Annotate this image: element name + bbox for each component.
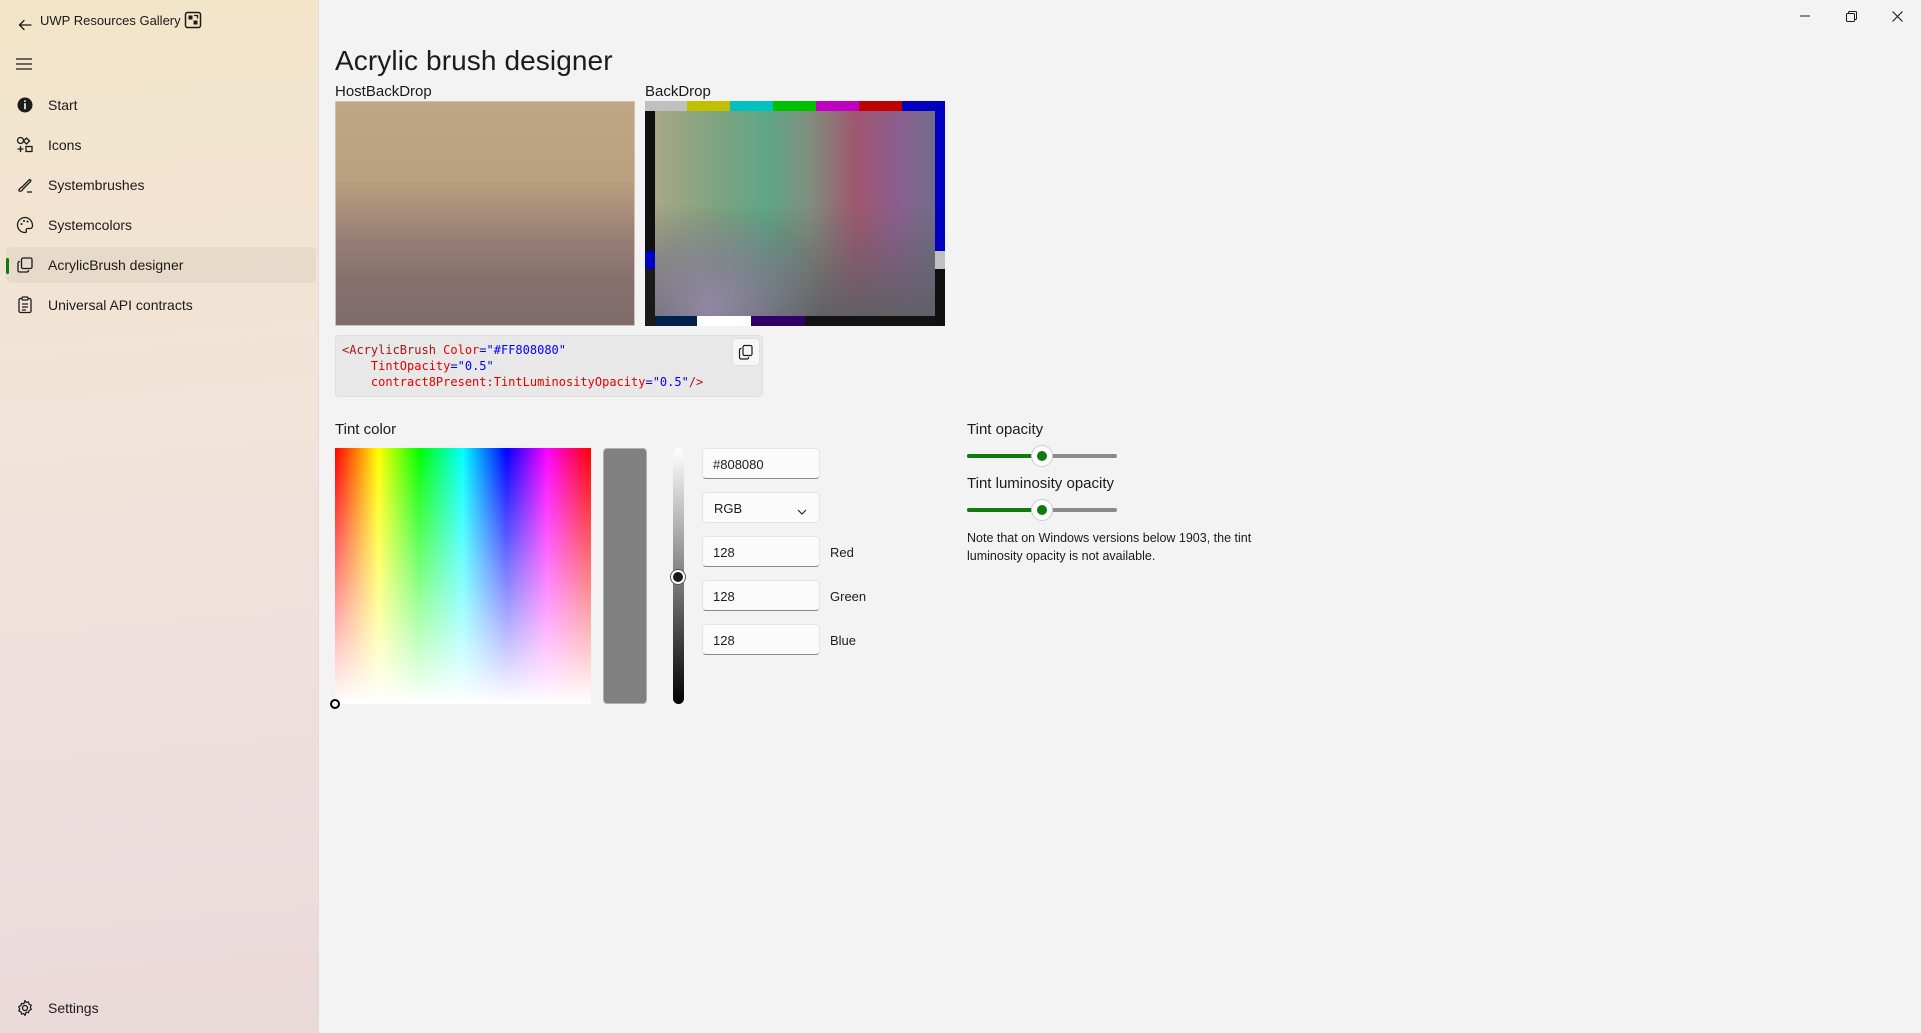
restore-button[interactable] xyxy=(1828,0,1874,32)
backdrop-color-bar xyxy=(645,251,655,269)
info-icon xyxy=(16,96,34,114)
gear-icon xyxy=(16,999,34,1017)
color-mode-value: RGB xyxy=(714,501,743,516)
chevron-down-icon xyxy=(797,503,807,518)
code-token: contract8Present:TintLuminosityOpacity xyxy=(370,375,646,389)
acrylic-icon xyxy=(16,256,34,274)
code-token: /> xyxy=(688,375,704,389)
backdrop-color-bar xyxy=(697,316,751,326)
code-token: = xyxy=(479,343,487,357)
tint-opacity-thumb[interactable] xyxy=(1032,446,1052,466)
backdrop-color-bar xyxy=(902,101,945,111)
code-token: "0.5" xyxy=(652,375,689,389)
restore-icon xyxy=(1845,10,1857,22)
brush-icon xyxy=(16,176,34,194)
host-backdrop-preview xyxy=(335,101,635,326)
backdrop-preview xyxy=(645,101,945,326)
palette-icon xyxy=(16,216,34,234)
copy-button[interactable] xyxy=(732,338,760,366)
sidebar-item-label: Systembrushes xyxy=(48,177,145,193)
selection-indicator xyxy=(6,258,9,274)
backdrop-color-bar xyxy=(935,111,945,251)
page-title: Acrylic brush designer xyxy=(335,45,613,76)
code-token: <AcrylicBrush xyxy=(342,343,444,357)
xaml-code-block: <AcrylicBrush Color="#FF808080" TintOpac… xyxy=(335,335,763,397)
app-title: UWP Resources Gallery xyxy=(40,13,181,28)
hamburger-icon xyxy=(16,58,32,70)
tint-luminosity-fill xyxy=(967,508,1042,512)
sidebar-item-systemcolors[interactable]: Systemcolors xyxy=(6,207,316,243)
sidebar-item-acrylicbrush-designer[interactable]: AcrylicBrush designer xyxy=(6,247,316,283)
backdrop-color-bar xyxy=(859,101,902,111)
code-line-2: TintOpacity="0.5" xyxy=(342,358,756,374)
spectrum-selection-handle[interactable] xyxy=(330,699,340,709)
backdrop-color-bar xyxy=(773,101,816,111)
backdrop-color-bar xyxy=(645,269,655,326)
green-input[interactable]: 128 xyxy=(702,580,820,611)
backdrop-color-bar xyxy=(645,101,687,111)
red-label: Red xyxy=(830,545,854,560)
sidebar-item-label: Start xyxy=(48,97,78,113)
sidebar-item-label: Universal API contracts xyxy=(48,297,193,313)
backdrop-color-bar xyxy=(816,101,859,111)
code-token: Color xyxy=(443,343,480,357)
hex-input[interactable]: #808080 xyxy=(702,448,820,479)
sidebar-item-systembrushes[interactable]: Systembrushes xyxy=(6,167,316,203)
host-backdrop-label: HostBackDrop xyxy=(335,83,432,100)
code-line-3: contract8Present:TintLuminosityOpacity="… xyxy=(342,374,756,390)
tint-color-label: Tint color xyxy=(335,421,397,438)
tint-luminosity-thumb[interactable] xyxy=(1032,500,1052,520)
backdrop-color-bar xyxy=(655,316,697,326)
backdrop-color-bar xyxy=(730,101,773,111)
back-button[interactable] xyxy=(14,14,36,36)
color-mode-dropdown[interactable]: RGB xyxy=(702,492,820,523)
close-icon xyxy=(1891,10,1903,22)
sidebar-item-label: AcrylicBrush designer xyxy=(48,257,184,273)
backdrop-color-bar xyxy=(805,316,935,326)
backdrop-color-bar xyxy=(935,251,945,269)
minimize-button[interactable] xyxy=(1782,0,1828,32)
sidebar-item-settings[interactable]: Settings xyxy=(6,990,316,1026)
copy-icon xyxy=(738,344,753,360)
value-slider[interactable] xyxy=(671,448,685,704)
code-token: = xyxy=(450,359,458,373)
tint-opacity-slider[interactable] xyxy=(967,446,1117,466)
color-preview-swatch xyxy=(603,448,647,704)
sidebar-item-start[interactable]: Start xyxy=(6,87,316,123)
code-token: "0.5" xyxy=(457,359,494,373)
menu-toggle-button[interactable] xyxy=(12,52,36,76)
value-slider-thumb[interactable] xyxy=(671,570,685,584)
sidebar-item-icons[interactable]: Icons xyxy=(6,127,316,163)
navigation-pane: UWP Resources Gallery Start Icons System… xyxy=(0,0,319,1033)
tint-luminosity-opacity-slider[interactable] xyxy=(967,500,1117,520)
backdrop-color-bar xyxy=(751,316,805,326)
clipboard-icon xyxy=(16,296,34,314)
code-line-1: <AcrylicBrush Color="#FF808080" xyxy=(342,342,756,358)
blue-label: Blue xyxy=(830,633,857,648)
sidebar-item-universal-api-contracts[interactable]: Universal API contracts xyxy=(6,287,316,323)
close-button[interactable] xyxy=(1874,0,1920,32)
icons-icon xyxy=(16,136,34,154)
back-arrow-icon xyxy=(18,19,32,31)
color-spectrum[interactable] xyxy=(330,448,591,709)
tint-opacity-label: Tint opacity xyxy=(967,421,1044,438)
tint-opacity-fill xyxy=(967,454,1042,458)
code-token: "#FF808080" xyxy=(486,343,566,357)
backdrop-color-bar xyxy=(687,101,730,111)
sidebar-item-label: Icons xyxy=(48,137,82,153)
acrylic-overlay xyxy=(655,111,935,316)
backdrop-label: BackDrop xyxy=(645,83,711,100)
tint-luminosity-opacity-label: Tint luminosity opacity xyxy=(967,475,1114,492)
code-token: TintOpacity xyxy=(370,359,451,373)
app-logo-icon xyxy=(184,11,202,29)
code-token: = xyxy=(645,375,653,389)
settings-label: Settings xyxy=(48,1000,99,1016)
blue-input[interactable]: 128 xyxy=(702,624,820,655)
red-input[interactable]: 128 xyxy=(702,536,820,567)
minimize-icon xyxy=(1800,15,1810,17)
windows-version-note: Note that on Windows versions below 1903… xyxy=(967,531,1252,563)
sidebar-item-label: Systemcolors xyxy=(48,217,133,233)
green-label: Green xyxy=(830,589,867,604)
